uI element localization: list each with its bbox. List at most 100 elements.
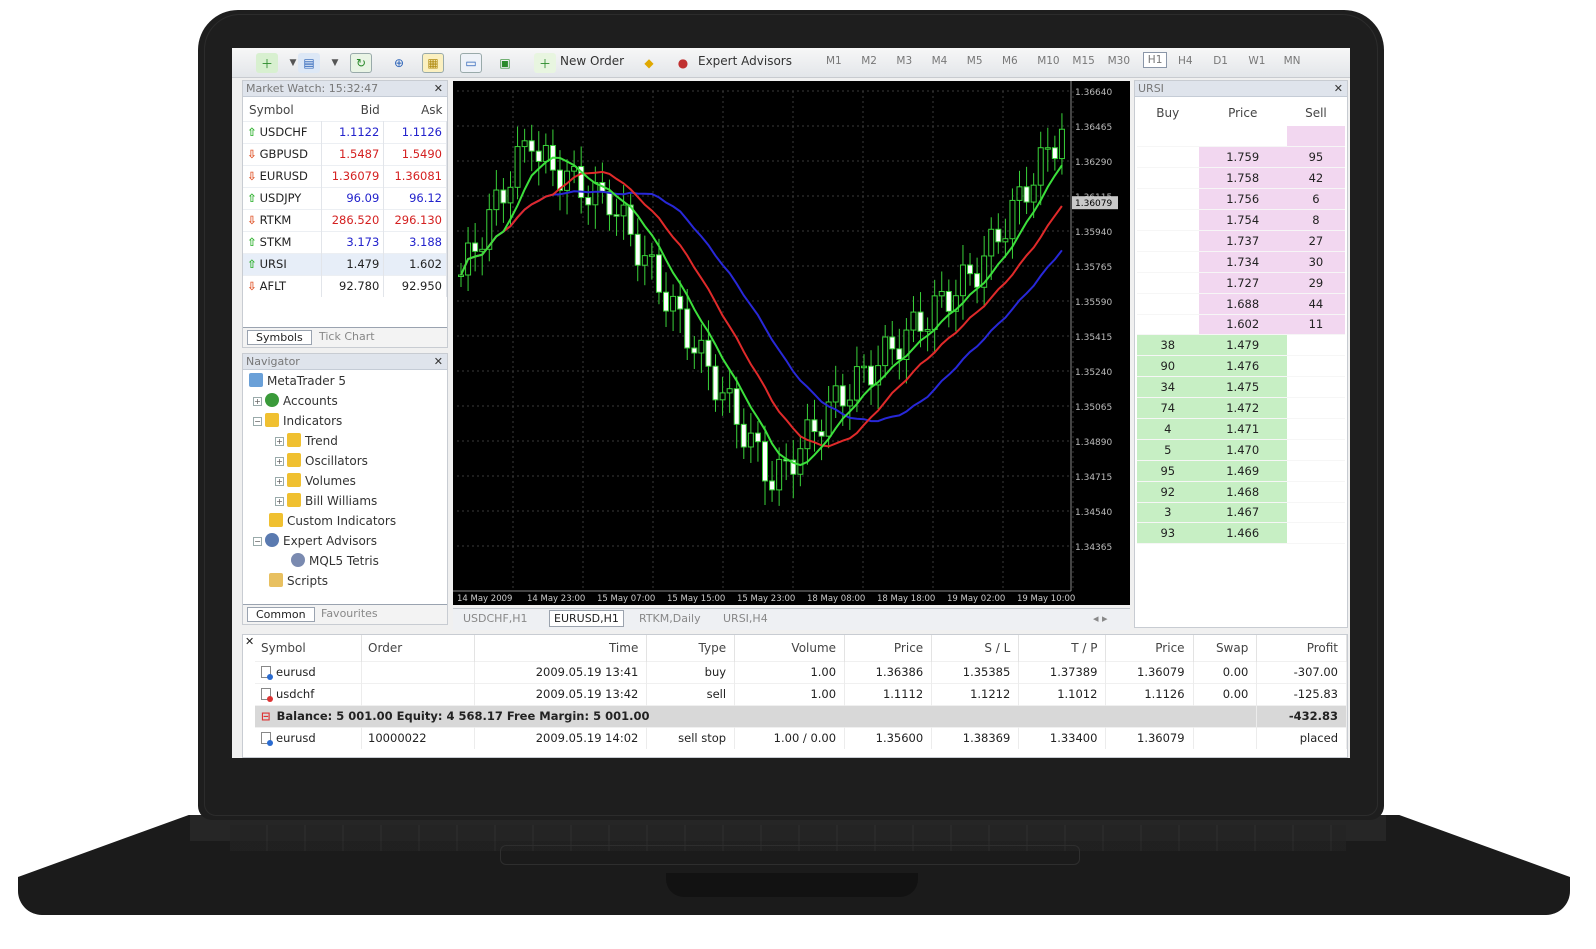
nav-item-volumes[interactable]: + Volumes bbox=[275, 472, 356, 490]
nav-item-scripts[interactable]: Scripts bbox=[269, 572, 328, 590]
column-header[interactable]: Profit bbox=[1256, 635, 1347, 661]
timeframe-m30[interactable]: M30 bbox=[1108, 55, 1130, 67]
market-watch-row[interactable]: ⇩ EURUSD 1.36079 1.36081 bbox=[243, 164, 447, 187]
timeframe-m4[interactable]: M4 bbox=[932, 55, 948, 67]
profiles-icon[interactable]: ▤ bbox=[298, 53, 320, 73]
market-watch-row[interactable]: ⇧ USDCHF 1.1122 1.1126 bbox=[243, 120, 447, 143]
column-header[interactable]: Swap bbox=[1193, 635, 1258, 661]
nav-item-trend[interactable]: + Trend bbox=[275, 432, 338, 450]
dom-bid-row[interactable]: 38 1.479 bbox=[1137, 334, 1345, 357]
dom-bid-row[interactable]: 92 1.468 bbox=[1137, 481, 1345, 503]
column-header[interactable]: S / L bbox=[931, 635, 1020, 661]
data-window-icon[interactable]: ⊕ bbox=[388, 53, 410, 73]
expand-icon[interactable]: + bbox=[275, 497, 284, 506]
timeframe-h1[interactable]: H1 bbox=[1142, 52, 1168, 68]
nav-item-metatrader[interactable]: MetaTrader 5 bbox=[249, 372, 346, 390]
column-header[interactable]: Time bbox=[474, 635, 648, 661]
nav-item-indicators[interactable]: − Indicators bbox=[253, 412, 342, 430]
terminal-toggle-icon[interactable]: ▭ bbox=[460, 53, 482, 73]
dom-bid-row[interactable]: 93 1.466 bbox=[1137, 522, 1345, 545]
dom-bid-row[interactable]: 5 1.470 bbox=[1137, 439, 1345, 461]
dom-bid-row[interactable]: 3 1.467 bbox=[1137, 502, 1345, 524]
column-header[interactable]: Symbol bbox=[243, 99, 321, 121]
chart-tab-usdchf-h1[interactable]: USDCHF,H1 bbox=[463, 612, 528, 625]
column-header[interactable]: Price bbox=[1105, 635, 1194, 661]
trade-row[interactable]: eurusd 10000022 2009.05.19 14:02 sell stop 1… bbox=[255, 726, 1347, 749]
new-order-button[interactable]: New Order bbox=[560, 54, 624, 68]
dom-ask-row[interactable]: 1.727 29 bbox=[1137, 272, 1345, 294]
nav-item-oscillators[interactable]: + Oscillators bbox=[275, 452, 368, 470]
tab-symbols[interactable]: Symbols bbox=[247, 330, 312, 345]
nav-item-expert-advisors[interactable]: − Expert Advisors bbox=[253, 532, 377, 550]
tab-favourites[interactable]: Favourites bbox=[321, 607, 378, 620]
expand-icon[interactable]: + bbox=[275, 437, 284, 446]
dom-ask-row[interactable]: 1.737 27 bbox=[1137, 230, 1345, 252]
timeframe-m2[interactable]: M2 bbox=[861, 55, 877, 67]
chart-tab-ursi-h4[interactable]: URSI,H4 bbox=[723, 612, 768, 625]
timeframe-w1[interactable]: W1 bbox=[1248, 55, 1265, 67]
dom-bid-row[interactable]: 90 1.476 bbox=[1137, 355, 1345, 378]
new-order-icon[interactable]: ＋ bbox=[534, 53, 556, 73]
timeframe-m10[interactable]: M10 bbox=[1037, 55, 1059, 67]
column-header[interactable]: Symbol bbox=[255, 635, 363, 661]
timeframe-m5[interactable]: M5 bbox=[967, 55, 983, 67]
new-chart-icon[interactable]: ＋ bbox=[256, 53, 278, 73]
tab-tick-chart[interactable]: Tick Chart bbox=[319, 330, 375, 343]
dom-bid-row[interactable]: 74 1.472 bbox=[1137, 397, 1345, 419]
timeframe-h4[interactable]: H4 bbox=[1178, 55, 1193, 67]
dom-ask-row[interactable]: 1.754 8 bbox=[1137, 209, 1345, 231]
price-chart[interactable]: 1.366401.364651.362901.361151.359401.357… bbox=[453, 81, 1130, 605]
dom-ask-row[interactable]: 1.756 6 bbox=[1137, 188, 1345, 211]
market-watch-row[interactable]: ⇧ STKM 3.173 3.188 bbox=[243, 230, 447, 253]
dom-ask-row[interactable]: 1.602 11 bbox=[1137, 314, 1345, 336]
close-icon[interactable]: ✕ bbox=[434, 81, 443, 97]
dom-ask-row[interactable]: 1.759 95 bbox=[1137, 146, 1345, 169]
dom-bid-row[interactable]: 34 1.475 bbox=[1137, 376, 1345, 399]
nav-item-mql5-tetris[interactable]: MQL5 Tetris bbox=[291, 552, 379, 570]
close-icon[interactable]: ✕ bbox=[1334, 81, 1343, 97]
expand-icon[interactable]: + bbox=[253, 397, 262, 406]
expert-advisors-button[interactable]: Expert Advisors bbox=[698, 54, 792, 68]
close-icon[interactable]: ✕ bbox=[245, 635, 254, 648]
tab-common[interactable]: Common bbox=[247, 607, 315, 622]
collapse-icon[interactable]: − bbox=[253, 417, 262, 426]
scroll-arrows-icon[interactable]: ◂ ▸ bbox=[1093, 612, 1108, 625]
dom-ask-row[interactable]: 1.734 30 bbox=[1137, 251, 1345, 273]
dom-bid-row[interactable]: 95 1.469 bbox=[1137, 460, 1345, 482]
nav-item-bill-williams[interactable]: + Bill Williams bbox=[275, 492, 377, 510]
column-header[interactable]: Ask bbox=[384, 99, 447, 121]
column-header[interactable]: T / P bbox=[1018, 635, 1107, 661]
timeframe-mn[interactable]: MN bbox=[1284, 55, 1301, 67]
chart-tab-eurusd-h1[interactable]: EURUSD,H1 bbox=[549, 610, 624, 627]
trade-row[interactable]: eurusd 2009.05.19 13:41 buy 1.00 1.36386 1.35… bbox=[255, 660, 1347, 683]
timeframe-m6[interactable]: M6 bbox=[1002, 55, 1018, 67]
trade-row[interactable]: usdchf 2009.05.19 13:42 sell 1.00 1.1112 1.12… bbox=[255, 682, 1347, 705]
expand-icon[interactable]: + bbox=[275, 477, 284, 486]
column-header[interactable]: Bid bbox=[321, 99, 384, 121]
expand-icon[interactable]: + bbox=[275, 457, 284, 466]
dom-bid-row[interactable]: 4 1.471 bbox=[1137, 418, 1345, 440]
chart-tab-rtkm-daily[interactable]: RTKM,Daily bbox=[639, 612, 701, 625]
market-watch-row[interactable]: ⇩ GBPUSD 1.5487 1.5490 bbox=[243, 142, 447, 165]
nav-item-accounts[interactable]: + Accounts bbox=[253, 392, 338, 410]
column-header[interactable]: Order bbox=[361, 635, 476, 661]
strategy-tester-icon[interactable]: ▣ bbox=[494, 53, 516, 73]
column-header[interactable]: Type bbox=[646, 635, 736, 661]
market-watch-row[interactable]: ⇩ RTKM 286.520 296.130 bbox=[243, 208, 447, 231]
navigator-toggle-icon[interactable]: ▦ bbox=[422, 53, 444, 73]
close-icon[interactable]: ✕ bbox=[434, 354, 443, 370]
dom-ask-row[interactable]: 1.758 42 bbox=[1137, 167, 1345, 190]
expert-advisors-icon[interactable]: ● bbox=[672, 53, 694, 73]
column-header[interactable]: Volume bbox=[734, 635, 846, 661]
market-watch-row[interactable]: ⇧ URSI 1.479 1.602 bbox=[243, 252, 447, 275]
timeframe-m1[interactable]: M1 bbox=[826, 55, 842, 67]
warning-icon[interactable]: ◆ bbox=[638, 53, 660, 73]
collapse-icon[interactable]: − bbox=[253, 537, 262, 546]
market-watch-row[interactable]: ⇧ USDJPY 96.09 96.12 bbox=[243, 186, 447, 209]
timeframe-m15[interactable]: M15 bbox=[1072, 55, 1094, 67]
dom-ask-row[interactable]: 1.688 44 bbox=[1137, 293, 1345, 315]
column-header[interactable]: Price bbox=[844, 635, 933, 661]
market-watch-toggle-icon[interactable]: ↻ bbox=[350, 53, 372, 73]
timeframe-m3[interactable]: M3 bbox=[896, 55, 912, 67]
timeframe-d1[interactable]: D1 bbox=[1213, 55, 1228, 67]
